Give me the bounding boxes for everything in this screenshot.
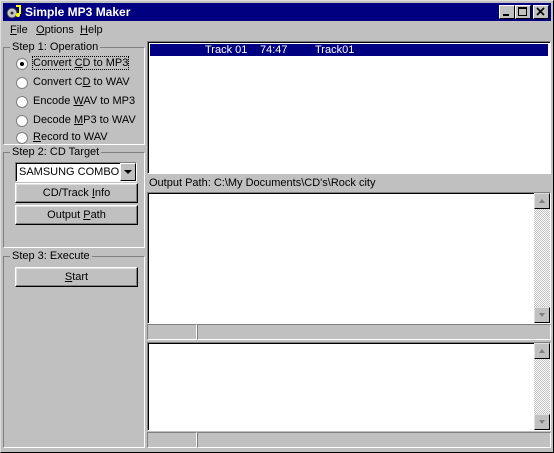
arrow-down-icon (539, 420, 545, 424)
dropdown-button[interactable] (120, 163, 136, 181)
radio-convert-cd-wav[interactable]: Convert CD to WAV (16, 75, 136, 91)
step2-title: Step 2: CD Target (10, 146, 102, 158)
minimize-button[interactable] (499, 5, 515, 19)
status-panel-left (147, 432, 197, 448)
track-number: Track 01 (205, 44, 248, 56)
output-path-button[interactable]: Output Path (15, 205, 138, 225)
cd-drive-value: SAMSUNG COMBO SM (19, 166, 121, 178)
cd-track-info-button[interactable]: CD/Track Info (15, 183, 138, 203)
menu-file[interactable]: File (10, 24, 28, 36)
track-list[interactable]: Track 01 74:47 Track01 (147, 41, 551, 174)
menu-bar: File Options Help (3, 22, 551, 40)
radio-unchecked-icon (16, 77, 28, 89)
status-panel-right (197, 432, 551, 448)
app-icon (6, 5, 21, 19)
vertical-scrollbar[interactable] (534, 193, 550, 323)
radio-decode-mp3-wav[interactable]: Decode MP3 to WAV (16, 113, 136, 129)
output-path-label: Output Path: C:\My Documents\CD's\Rock c… (149, 177, 376, 189)
arrow-up-icon (539, 349, 545, 353)
track-name: Track01 (315, 44, 355, 56)
step3-title: Step 3: Execute (10, 250, 92, 262)
step1-group: Step 1: Operation Convert CD to MP3 Conv… (3, 41, 145, 146)
scroll-down-button[interactable] (534, 414, 550, 430)
menu-help[interactable]: Help (80, 24, 103, 36)
vertical-scrollbar[interactable] (534, 343, 550, 430)
control-panel: Step 1: Operation Convert CD to MP3 Conv… (3, 41, 145, 450)
scroll-up-button[interactable] (534, 343, 550, 359)
output-path-bar: Output Path: C:\My Documents\CD's\Rock c… (147, 175, 551, 191)
arrow-down-icon (539, 313, 545, 317)
radio-record-wav[interactable]: Record to WAV (16, 130, 136, 146)
step1-title: Step 1: Operation (10, 41, 101, 53)
radio-label: Convert CD to MP3 (31, 56, 130, 70)
chevron-down-icon (124, 170, 132, 174)
title-bar[interactable]: Simple MP3 Maker (3, 3, 551, 21)
radio-convert-cd-mp3[interactable]: Convert CD to MP3 (16, 56, 136, 72)
scroll-up-button[interactable] (534, 193, 550, 209)
radio-unchecked-icon (16, 115, 28, 127)
window-title: Simple MP3 Maker (25, 5, 131, 19)
main-window: Simple MP3 Maker File Options Help Step … (0, 0, 554, 453)
minimize-icon (503, 14, 509, 16)
maximize-button[interactable] (515, 5, 531, 19)
radio-label: Encode WAV to MP3 (33, 95, 136, 107)
close-button[interactable] (533, 5, 549, 19)
track-row[interactable]: Track 01 74:47 Track01 (150, 44, 548, 56)
maximize-icon (518, 7, 527, 16)
radio-checked-icon (16, 58, 28, 70)
close-icon (536, 7, 545, 16)
radio-unchecked-icon (16, 132, 28, 144)
info-log-area[interactable] (147, 342, 551, 431)
radio-label: Convert CD to WAV (33, 76, 130, 88)
menu-options[interactable]: Options (36, 24, 74, 36)
cd-drive-select[interactable]: SAMSUNG COMBO SM (15, 162, 137, 182)
status-panel-left (147, 324, 197, 340)
arrow-up-icon (539, 199, 545, 203)
radio-label: Record to WAV (33, 131, 108, 143)
radio-encode-wav-mp3[interactable]: Encode WAV to MP3 (16, 94, 136, 110)
radio-label: Decode MP3 to WAV (33, 114, 136, 126)
track-time: 74:47 (260, 44, 288, 56)
radio-unchecked-icon (16, 96, 28, 108)
output-log-area[interactable] (147, 192, 551, 324)
start-button[interactable]: Start (15, 267, 138, 287)
status-panel-right (197, 324, 551, 340)
scroll-down-button[interactable] (534, 307, 550, 323)
